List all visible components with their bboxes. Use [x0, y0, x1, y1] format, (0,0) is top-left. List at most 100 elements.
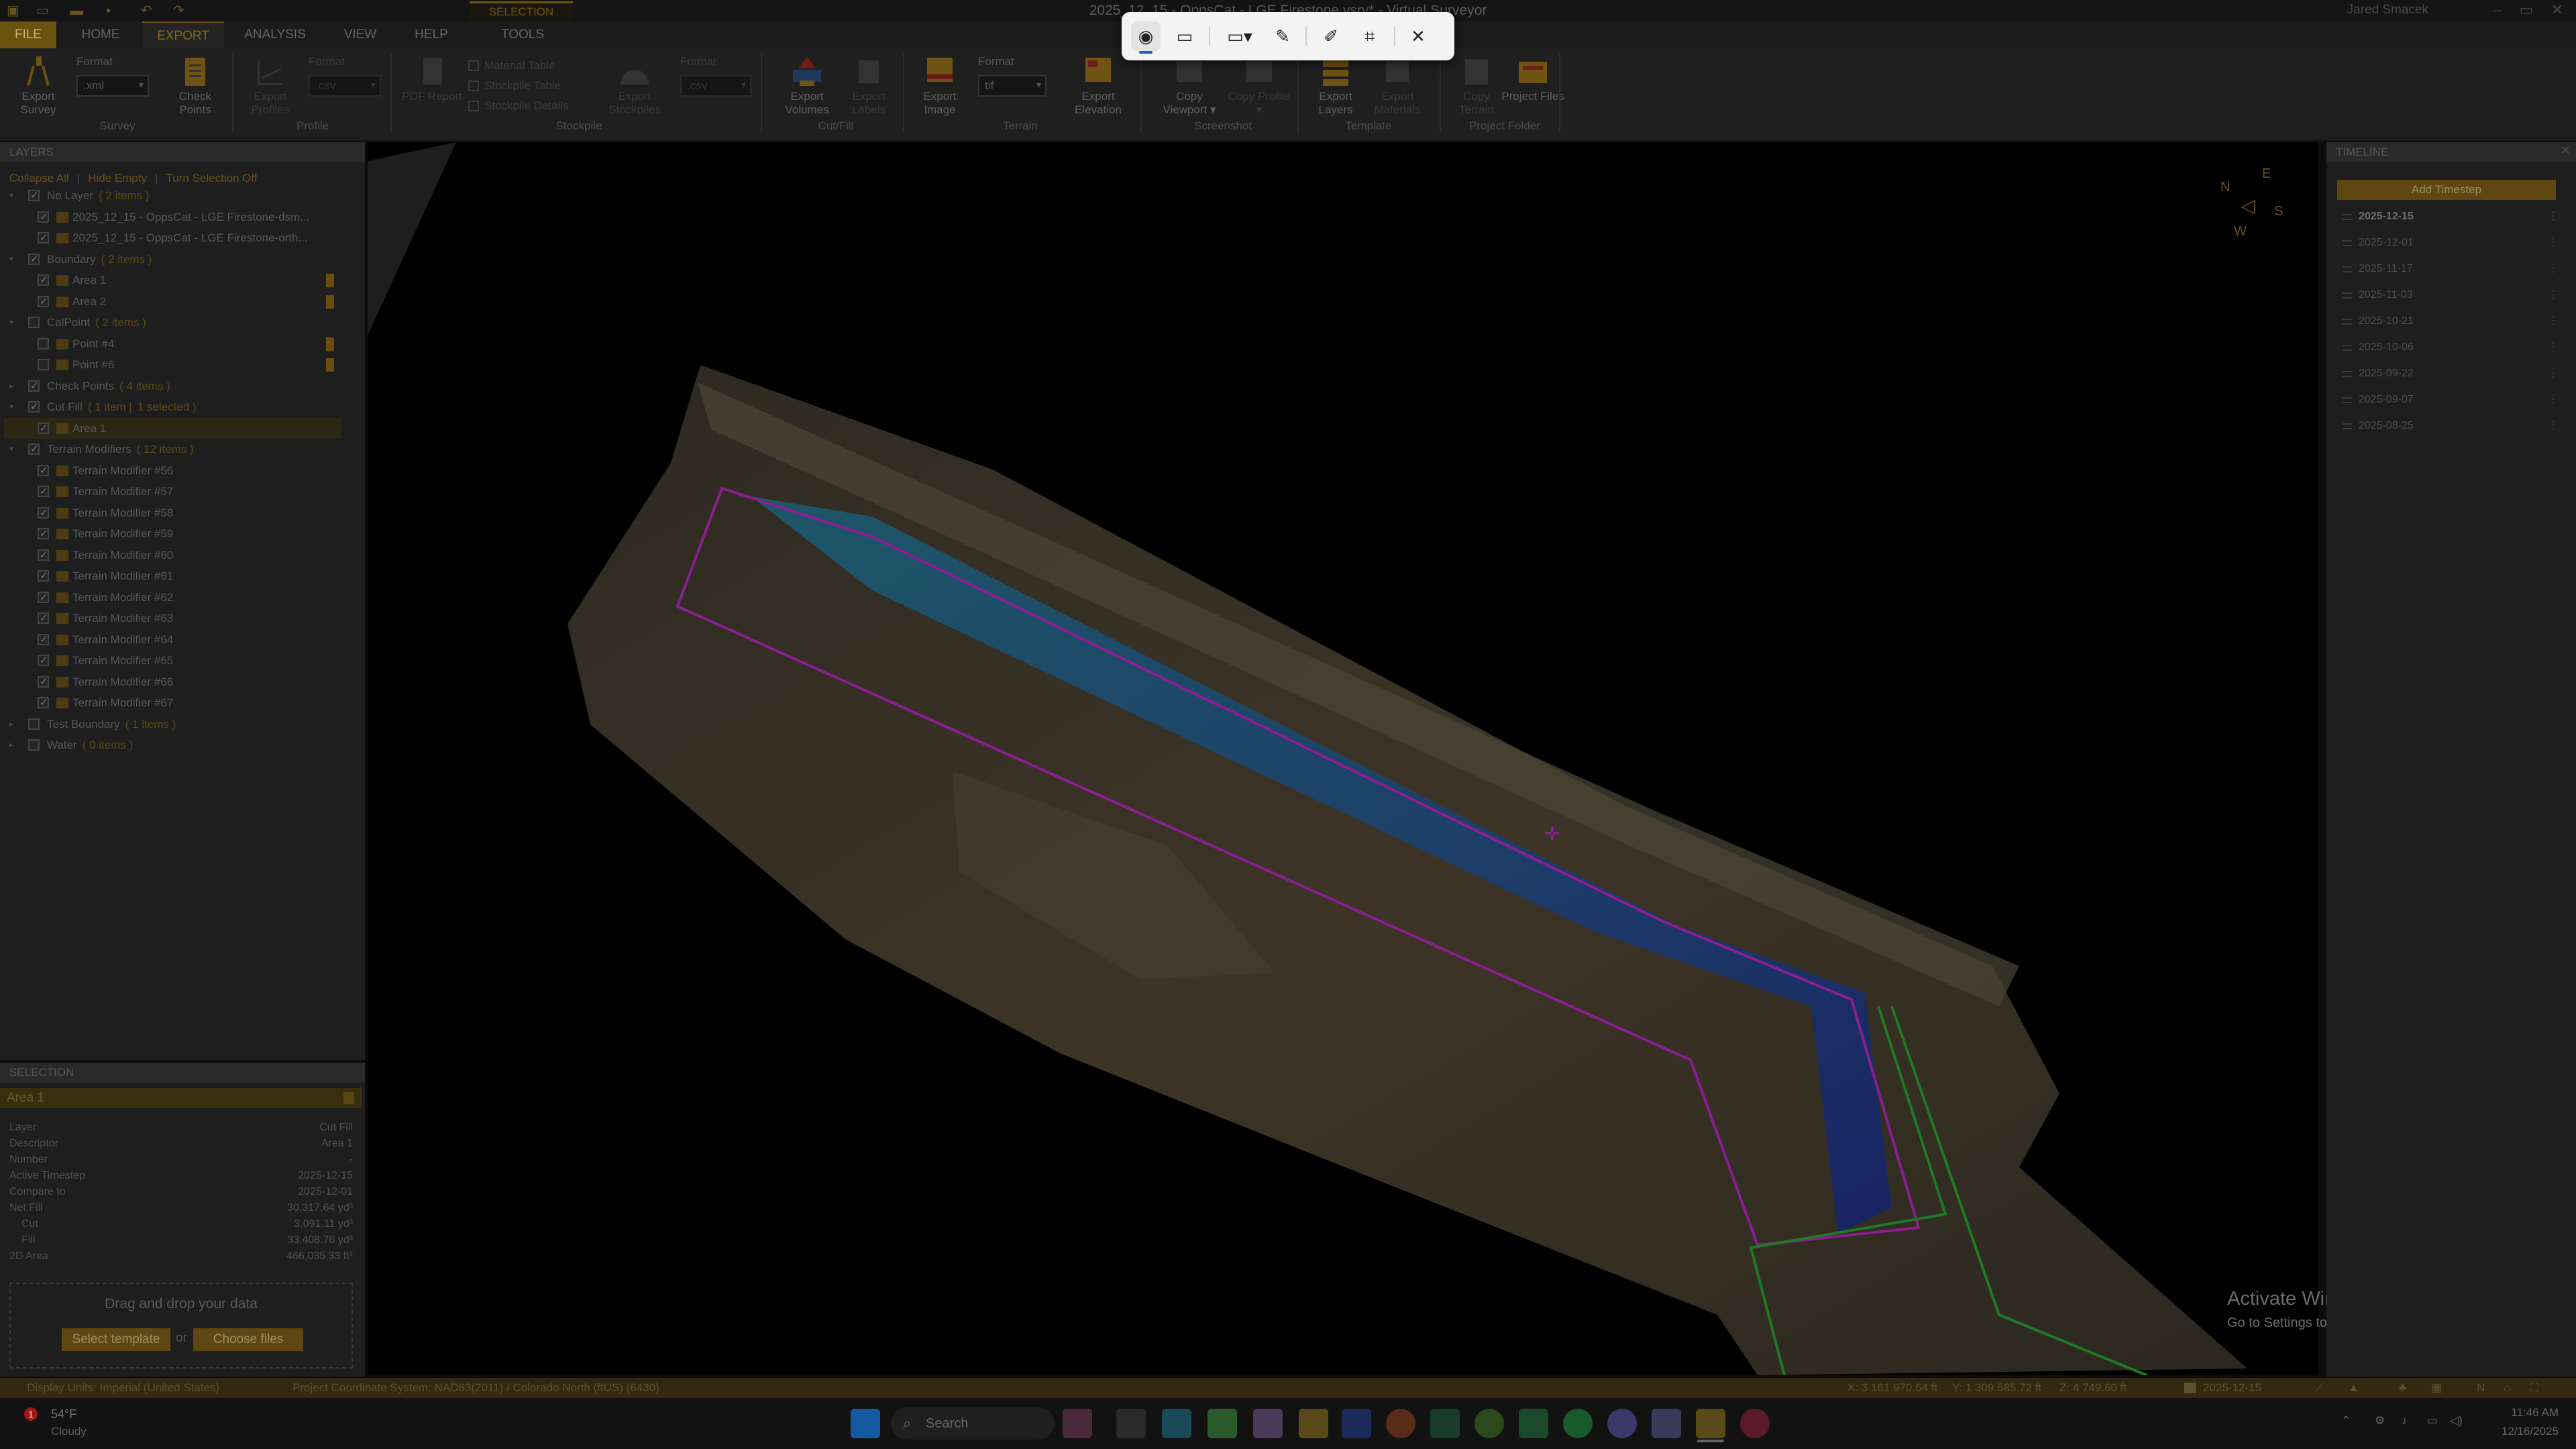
terrain-map[interactable]: ✛ [368, 142, 2318, 1375]
layer-visibility-checkbox[interactable] [28, 439, 40, 460]
pen-icon[interactable]: ✐ [1316, 21, 1346, 51]
chrome-icon[interactable] [1386, 1409, 1415, 1438]
more-options-icon[interactable]: ⋮ [2548, 309, 2559, 334]
minimize-icon[interactable]: – [2483, 1, 2510, 19]
tray-chevron-icon[interactable]: ⌃ [2341, 1414, 2351, 1428]
collapse-all-link[interactable]: Collapse All [9, 172, 69, 184]
layer-group-row[interactable]: ▸ Test Boundary( 1 items ) [4, 714, 341, 735]
choose-files-button[interactable]: Choose files [193, 1328, 303, 1351]
layer-visibility-checkbox[interactable] [38, 502, 49, 523]
timestep-row[interactable]: 2025-09-22 ⋮ [2333, 361, 2561, 386]
windows-start-icon[interactable] [851, 1409, 880, 1438]
app-icon-1[interactable] [1162, 1409, 1191, 1438]
layer-visibility-checkbox[interactable] [38, 650, 49, 672]
drag-handle-icon[interactable] [2343, 371, 2352, 377]
layer-item-row[interactable]: Terrain Modifier #64 [4, 629, 341, 650]
virtual-surveyor-icon[interactable] [1696, 1409, 1725, 1438]
layer-item-row[interactable]: Terrain Modifier #67 [4, 692, 341, 714]
collapse-arrow-icon[interactable]: ▾ [9, 185, 13, 207]
layer-item-row[interactable]: 2025_12_15 - OppsCat - LGE Firestone-ort… [4, 227, 341, 249]
collapse-arrow-icon[interactable]: ▾ [9, 312, 13, 333]
timestep-row[interactable]: 2025-11-17 ⋮ [2333, 256, 2561, 282]
turn-selection-off-link[interactable]: Turn Selection Off [166, 172, 258, 184]
weather-condition[interactable]: Cloudy [51, 1425, 87, 1438]
layer-item-row[interactable]: Area 1 [4, 417, 341, 439]
close-window-icon[interactable]: ✕ [2544, 1, 2571, 19]
layer-item-row[interactable]: Point #6 [4, 354, 341, 376]
layer-group-row[interactable]: ▾ Boundary( 2 items ) [4, 249, 341, 270]
layer-visibility-checkbox[interactable] [28, 376, 40, 396]
layer-item-row[interactable]: Terrain Modifier #59 [4, 523, 341, 545]
survey-format-select[interactable]: .xml ▾ [76, 75, 149, 97]
more-options-icon[interactable]: ⋮ [2548, 361, 2559, 386]
layer-visibility-checkbox[interactable] [28, 317, 40, 328]
task-view-icon[interactable] [1116, 1409, 1146, 1438]
layer-visibility-checkbox[interactable] [28, 739, 40, 751]
file-explorer-icon[interactable] [1299, 1409, 1328, 1438]
pin-icon[interactable] [343, 1092, 354, 1104]
drag-handle-icon[interactable] [2343, 240, 2352, 246]
3d-viewport[interactable]: ✛ [368, 142, 2318, 1375]
layer-visibility-checkbox[interactable] [38, 481, 49, 502]
layer-visibility-checkbox[interactable] [38, 207, 49, 227]
home-icon[interactable]: ⌂ [2504, 1378, 2510, 1398]
timestep-row[interactable]: 2025-10-21 ⋮ [2333, 309, 2561, 334]
text-actions-icon[interactable]: ⌗ [1355, 21, 1385, 51]
collapse-arrow-icon[interactable]: ▾ [9, 249, 13, 270]
excel-icon[interactable] [1519, 1409, 1548, 1438]
calculator-icon[interactable] [1430, 1409, 1460, 1438]
pin-icon[interactable] [326, 337, 334, 351]
copilot-icon[interactable] [1253, 1409, 1283, 1438]
add-timestep-button[interactable]: Add Timestep [2337, 180, 2556, 200]
layer-item-row[interactable]: Area 2 [4, 291, 341, 312]
store-icon[interactable] [1342, 1409, 1371, 1438]
layer-item-row[interactable]: Terrain Modifier #60 [4, 545, 341, 566]
rectangle-mode-icon[interactable]: ▭▾ [1220, 21, 1260, 51]
tray-app-icon[interactable]: ⚙ [2375, 1414, 2385, 1428]
layer-visibility-checkbox[interactable] [38, 418, 49, 439]
layer-visibility-checkbox[interactable] [38, 608, 49, 629]
pin-icon[interactable] [326, 294, 334, 309]
copy-terrain-button[interactable]: Copy Terrain [1445, 55, 1508, 117]
layer-item-row[interactable]: Terrain Modifier #57 [4, 481, 341, 502]
layer-visibility-checkbox[interactable] [38, 587, 49, 608]
layer-visibility-checkbox[interactable] [38, 359, 49, 370]
drag-handle-icon[interactable] [2343, 292, 2352, 299]
fullscreen-icon[interactable]: ⛶ [2530, 1378, 2538, 1398]
export-volumes-button[interactable]: Export Volumes [775, 55, 839, 117]
maximize-icon[interactable]: ▭ [2513, 1, 2540, 19]
layer-visibility-checkbox[interactable] [38, 291, 49, 312]
collapse-arrow-icon[interactable]: ▾ [9, 439, 13, 460]
tree-icon[interactable]: ♣ [2399, 1378, 2406, 1398]
drag-handle-icon[interactable] [2343, 423, 2352, 429]
layer-group-row[interactable]: ▾ CalPoint( 2 items ) [4, 312, 341, 333]
layer-visibility-checkbox[interactable] [28, 185, 40, 207]
drop-zone[interactable]: Drag and drop your data Select template … [9, 1283, 353, 1368]
export-layers-button[interactable]: Export Layers [1304, 55, 1367, 117]
terrain-format-select[interactable]: tif ▾ [978, 75, 1046, 97]
layer-visibility-checkbox[interactable] [38, 566, 49, 587]
selection-name[interactable]: Area 1 [0, 1088, 362, 1108]
north-icon[interactable]: N [2477, 1378, 2485, 1398]
pin-icon[interactable] [326, 358, 334, 372]
more-options-icon[interactable]: ⋮ [2548, 335, 2559, 360]
layer-visibility-checkbox[interactable] [38, 672, 49, 692]
material-table-checkbox[interactable]: Material Table [468, 59, 555, 72]
chart-icon[interactable]: ⟋ [2316, 1378, 2324, 1398]
edit-image-icon[interactable]: ✎ [1268, 21, 1297, 51]
layer-visibility-checkbox[interactable] [28, 249, 40, 270]
layer-item-row[interactable]: Terrain Modifier #58 [4, 502, 341, 523]
more-options-icon[interactable]: ⋮ [2548, 204, 2559, 229]
camera-icon[interactable]: ◉ [1131, 21, 1161, 54]
layer-visibility-checkbox[interactable] [28, 396, 40, 418]
clock-time[interactable]: 11:46 AM [2485, 1406, 2559, 1419]
export-stockpiles-button[interactable]: Export Stockpiles [601, 55, 668, 117]
check-points-button[interactable]: Check Points [164, 55, 227, 117]
more-options-icon[interactable]: ⋮ [2548, 230, 2559, 256]
app-icon-2[interactable] [1208, 1409, 1237, 1438]
stockpile-format-select[interactable]: .csv ▾ [680, 75, 751, 97]
timestep-row[interactable]: 2025-10-06 ⋮ [2333, 335, 2561, 360]
collapse-arrow-icon[interactable]: ▾ [9, 396, 13, 418]
layer-item-row[interactable]: Terrain Modifier #62 [4, 587, 341, 608]
layer-group-row[interactable]: ▾ No Layer( 2 items ) [4, 185, 341, 207]
